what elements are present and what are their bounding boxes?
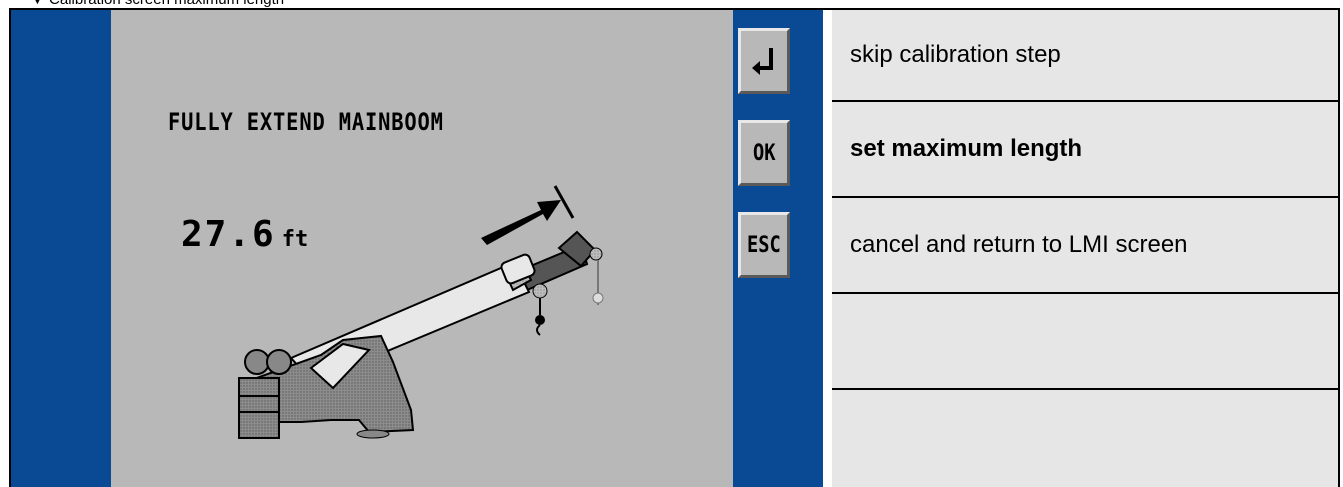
caption-arrow-icon: ▼ [30,0,45,8]
description-row-esc: cancel and return to LMI screen [832,198,1338,294]
enter-button[interactable] [738,28,790,94]
function-description-table: skip calibration step set maximum length… [832,10,1338,487]
figure-caption: ▼ Calibration screen maximum length [30,0,284,8]
display-area: FULLY EXTEND MAINBOOM 27.6 ft [111,10,733,487]
description-text: cancel and return to LMI screen [850,231,1188,258]
enter-icon [752,48,773,75]
description-text: skip calibration step [850,41,1061,68]
lmi-screen: FULLY EXTEND MAINBOOM 27.6 ft OK ESC [11,10,823,487]
esc-button[interactable]: ESC [738,212,790,278]
description-text: set maximum length [850,135,1083,162]
extend-arrow-icon [481,185,575,245]
caption-text: Calibration screen maximum length [49,0,284,8]
crane-illustration [238,185,604,439]
ok-button[interactable]: OK [738,120,790,186]
esc-button-label: ESC [747,232,781,258]
crane-carrier [238,334,415,439]
description-row-empty [832,294,1338,390]
description-row-empty [832,390,1338,487]
description-row-enter: skip calibration step [832,10,1338,102]
ok-button-label: OK [752,140,776,166]
description-row-ok: set maximum length [832,102,1338,198]
